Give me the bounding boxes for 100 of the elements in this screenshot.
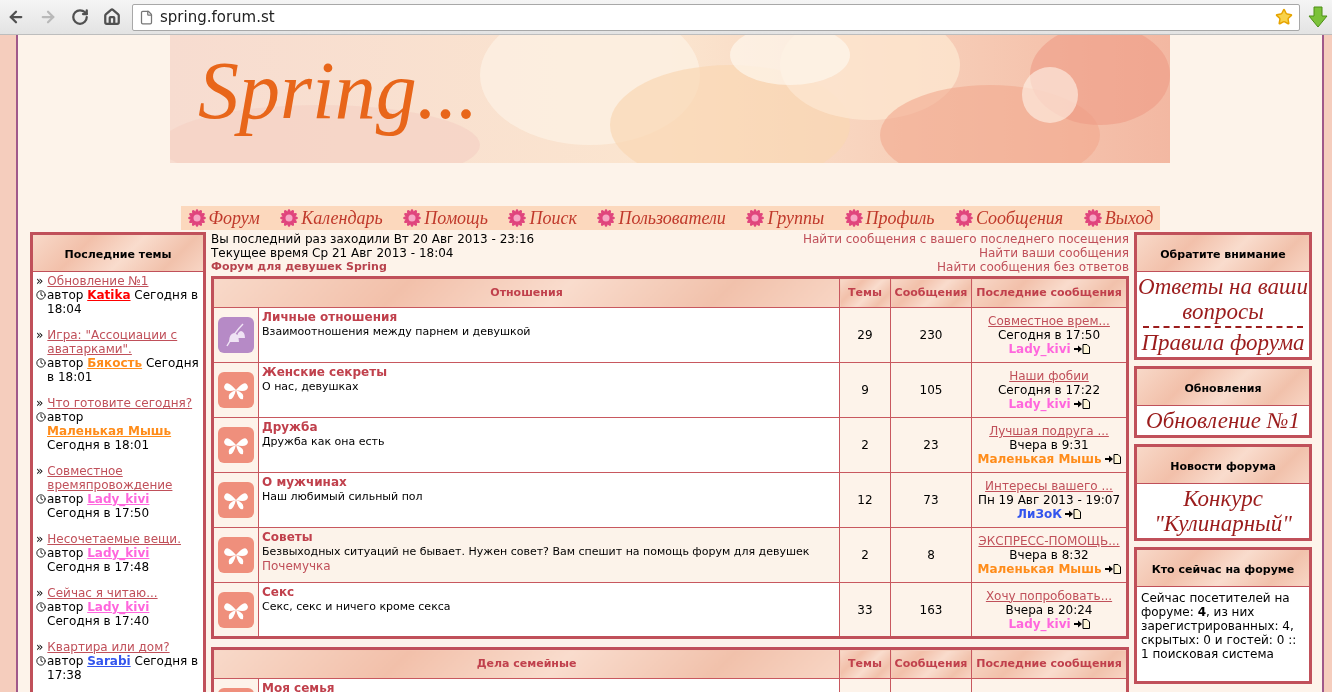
address-bar[interactable]: spring.forum.st [132,3,1300,31]
posts-cell: 230 [890,307,972,363]
forum-description: Секс, секс и ничего кроме секса [262,600,451,615]
subforum-link[interactable]: Почемучка [262,559,331,575]
topics-cell: 2 [839,417,891,473]
author-link[interactable]: Lady_kivi [1008,342,1071,357]
clock-icon [36,656,46,667]
nav-link[interactable]: Помощь [424,207,488,230]
posts-cell: 23 [890,417,972,473]
nav-link[interactable]: Поиск [529,207,577,230]
topic-link[interactable]: Обновление №1 [47,274,149,289]
topic-link[interactable]: Что готовите сегодня? [47,396,193,411]
last-post-time: Пн 19 Авг 2013 - 19:07 [977,493,1121,508]
arrow-page-icon[interactable] [1073,618,1090,629]
arrow-page-icon[interactable] [1104,564,1121,575]
nav-link[interactable]: Форум [208,207,260,230]
column-header: Сообщения [890,648,972,679]
author-link[interactable]: Lady_kivi [1008,397,1071,412]
search-link[interactable]: Найти сообщения без ответов [937,260,1129,275]
last-post-link[interactable]: Совместное врем... [988,314,1110,329]
column-header: Темы [839,277,891,308]
clock-icon [36,358,46,369]
forum-link[interactable]: Дружба [262,420,318,436]
author-link[interactable]: Маленькая Мышь [47,424,172,439]
butterfly-icon [217,590,255,629]
nav-link[interactable]: Календарь [301,207,383,230]
author-link[interactable]: ЛиЗоК [1017,507,1062,522]
download-icon[interactable] [1308,6,1328,28]
nav-link[interactable]: Профиль [865,207,935,230]
online-info: Сейчас посетителей на форуме: 4, из них зарегистрированных: 4, скрытых: 0 и гостей: 0 :: 1 поисковая система [1140,590,1298,664]
last-post-link[interactable]: Лучшая подруга ... [989,424,1109,439]
arrow-page-icon[interactable] [1064,509,1081,520]
forum-link[interactable]: О мужчинах [262,475,347,491]
bullet: » [36,532,44,547]
forum-link[interactable]: Моя семья [262,681,335,692]
page-icon [139,9,154,25]
topic-link[interactable]: Сейчас я читаю... [47,586,158,601]
last-post-link[interactable]: Интересы вашего ... [985,479,1113,494]
topic-meta: автор Lady_kivi Сегодня в 17:48 [47,546,151,575]
banner-link[interactable]: Конкурс "Кулинарный" [1137,486,1309,537]
author-link[interactable]: Lady_kivi [87,600,150,615]
last-post-time: Вчера в 8:32 [1009,548,1089,563]
panel-title: Новости форума [1170,460,1276,474]
last-post-time: Сегодня в 17:22 [997,383,1101,398]
arrow-page-icon[interactable] [1073,399,1090,410]
butterfly-icon [217,426,255,465]
search-link[interactable]: Найти ваши сообщения [978,246,1129,261]
clock-icon [36,548,46,559]
banner-link[interactable]: Ответы на ваши вопросы [1137,274,1309,325]
bullet: » [36,464,44,479]
search-link[interactable]: Найти сообщения с вашего последнего посещения [802,232,1129,247]
forum-description: Безвыходных ситуаций не бывает. Нужен совет? Вам спешит на помощь форум для девушек [262,545,810,560]
forum-home-link[interactable]: Форум для девушек Spring [211,260,535,275]
flower-icon [1082,208,1103,229]
topic-link[interactable]: Несочетаемые вещи. [47,532,181,547]
bullet: » [36,640,44,655]
arrow-page-icon[interactable] [1073,344,1090,355]
nav-link[interactable]: Группы [767,207,825,230]
author-link[interactable]: Katika [87,288,131,303]
forum-link[interactable]: Женские секреты [262,365,388,381]
topics-cell: 29 [839,307,891,363]
topic-meta: автор Бякость Сегодня в 18:01 [47,356,200,385]
last-post-time: Вчера в 9:31 [1009,438,1089,453]
topic-meta: автор Katika Сегодня в 18:04 [47,288,199,317]
forum-link[interactable]: Секс [262,585,295,601]
last-post-link[interactable]: ЭКСПРЕСС-ПОМОЩЬ... [978,534,1120,549]
bookmark-star-icon[interactable] [1275,8,1293,26]
last-post-link[interactable]: Наши фобии [1009,369,1089,384]
reload-icon [71,8,89,26]
bullet: » [36,274,44,289]
banner-link[interactable]: Правила форума [1141,330,1305,356]
forum-link[interactable]: Личные отношения [262,310,398,326]
topic-link[interactable]: Квартира или дом? [47,640,170,655]
butterfly-icon [217,371,255,410]
topic-link[interactable]: Совместное времяпровождение [47,464,200,493]
flower-icon [745,208,766,229]
author-link[interactable]: Lady_kivi [87,492,150,507]
nav-link[interactable]: Выход [1104,207,1154,230]
flower-icon [953,208,974,229]
nav-link[interactable]: Пользователи [618,207,726,230]
last-post-time: Вчера в 20:24 [1005,602,1093,617]
clock-icon [36,412,46,423]
forum-description: О нас, девушках [262,380,359,395]
last-post-link[interactable]: Хочу попробовать... [985,588,1113,603]
topic-link[interactable]: Игра: "Ассоциации с аватарками". [47,328,200,357]
author-link[interactable]: Бякость [87,356,143,371]
arrow-page-icon[interactable] [1104,454,1121,465]
butterfly-icon [217,481,255,520]
banner-link[interactable]: Обновление №1 [1146,408,1300,434]
last-post-time: Сегодня в 17:50 [997,328,1101,343]
forum-link[interactable]: Советы [262,530,313,546]
last-visit-text: Вы последний раз заходили Вт 20 Авг 2013 - 23:16 [211,232,535,247]
author-link[interactable]: Lady_kivi [87,546,150,561]
nav-link[interactable]: Сообщения [975,207,1064,230]
bullet: » [36,328,44,343]
author-link[interactable]: Lady_kivi [1008,616,1071,631]
posts-cell: 105 [890,362,972,418]
flower-icon [279,208,300,229]
flower-icon [186,208,207,229]
author-link[interactable]: Sarabi [87,654,131,669]
